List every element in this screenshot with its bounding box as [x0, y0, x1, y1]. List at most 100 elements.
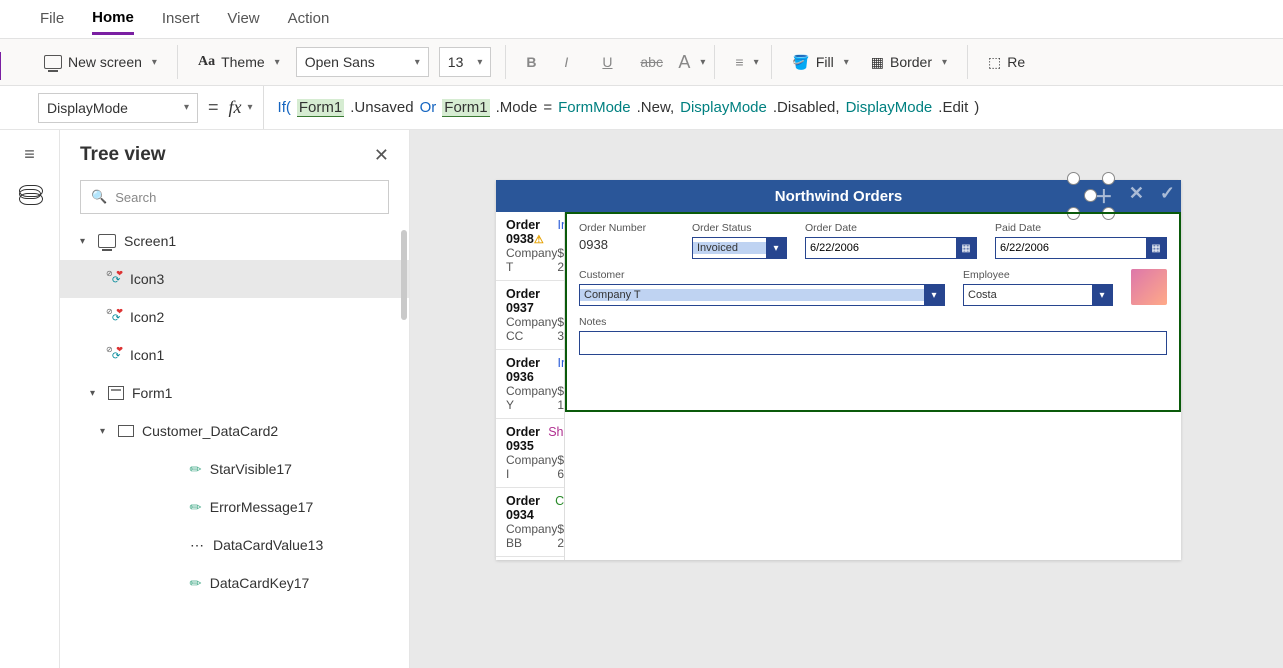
order-list-item[interactable]: Order 0937Closed Company CC$ 3,810.00 ›	[496, 281, 564, 350]
customer-combo[interactable]: Company T▾	[579, 284, 945, 306]
order-list-item[interactable]: Order 0934Closed Company BB$ 230.00 ›	[496, 488, 564, 557]
reorder-label: Re	[1007, 54, 1025, 70]
order-list-item[interactable]: Order 0933New Company A$ 736.00 ›	[496, 557, 564, 560]
property-dropdown[interactable]: DisplayMode ▾	[38, 93, 198, 123]
order-list[interactable]: Order 0938⚠Invoiced Company T$ 2,870.00 …	[496, 212, 565, 560]
font-color-button[interactable]: A	[672, 48, 700, 77]
hamburger-icon[interactable]: ≡	[24, 144, 35, 165]
tree-list: ▾Screen1 ⊘Icon3 ⊘Icon2 ⊘Icon1 ▾Form1 ▾Cu…	[60, 222, 409, 602]
order-status-field: Order Status Invoiced▾	[692, 222, 787, 259]
main-area: ≡ Tree view ✕ 🔍 Search ▾Screen1 ⊘ Icon3 ⊘…	[0, 130, 1283, 668]
tree-search-input[interactable]: 🔍 Search	[80, 180, 389, 214]
italic-button[interactable]: I	[558, 50, 586, 74]
order-list-item[interactable]: Order 0938⚠Invoiced Company T$ 2,870.00 …	[496, 212, 564, 281]
close-icon[interactable]: ✕	[374, 145, 389, 166]
theme-icon: Aa	[198, 54, 215, 70]
fill-button[interactable]: 🪣 Fill	[786, 50, 854, 75]
search-placeholder: Search	[115, 190, 156, 205]
tok: .Disabled,	[773, 99, 840, 116]
tree-item-errormessage[interactable]: ✎ErrorMessage17	[60, 488, 409, 526]
fx-button[interactable]: fx	[229, 97, 253, 118]
new-screen-button[interactable]: New screen	[38, 50, 163, 74]
tree-title-row: Tree view ✕	[60, 144, 409, 180]
app-body: Order 0938⚠Invoiced Company T$ 2,870.00 …	[496, 212, 1181, 560]
calendar-icon[interactable]: ▦	[1146, 238, 1166, 258]
order-list-item[interactable]: Order 0935Shipped Company I$ 606.50 ›	[496, 419, 564, 488]
font-size-value: 13	[448, 54, 464, 70]
font-size-select[interactable]: 13▾	[439, 47, 492, 77]
date-value[interactable]	[806, 242, 956, 254]
reorder-icon: ⬚	[988, 54, 1001, 71]
tree-item-icon1[interactable]: ⊘Icon1	[60, 336, 409, 374]
strike-button[interactable]: abc	[634, 50, 662, 74]
date-value[interactable]	[996, 242, 1146, 254]
left-rail: ≡	[0, 130, 60, 668]
tree-item-label: Icon2	[130, 309, 164, 325]
tab-home[interactable]: Home	[92, 9, 134, 35]
tree-scrollbar[interactable]	[401, 230, 407, 320]
border-button[interactable]: ▦ Border	[865, 50, 953, 75]
tree-item-datacardkey[interactable]: ✎DataCardKey17	[60, 564, 409, 602]
tree-item-icon2[interactable]: ⊘Icon2	[60, 298, 409, 336]
fill-icon: 🪣	[792, 54, 809, 71]
tree-item-label: StarVisible17	[210, 461, 292, 477]
group-icon: ⊘	[108, 272, 122, 286]
order-status-combo[interactable]: Invoiced▾	[692, 237, 787, 259]
field-label: Paid Date	[995, 222, 1167, 234]
tok: DisplayMode	[846, 99, 933, 116]
combo-value: Invoiced	[693, 242, 766, 254]
tree-item-screen1[interactable]: ▾Screen1	[60, 222, 409, 260]
tab-action[interactable]: Action	[288, 10, 330, 33]
tree-item-icon3[interactable]: ⊘ Icon3	[60, 260, 409, 298]
employee-avatar	[1131, 269, 1167, 305]
border-label: Border	[890, 54, 932, 70]
ribbon: New screen Aa Theme Open Sans▾ 13▾ B I U…	[0, 38, 1283, 86]
canvas[interactable]: Northwind Orders ＋ ✕ ✓ Order 0938⚠Invoic…	[410, 130, 1283, 668]
field-icon: ⋯	[190, 537, 205, 554]
tab-insert[interactable]: Insert	[162, 10, 200, 33]
tab-view[interactable]: View	[227, 10, 259, 33]
order-date-input[interactable]: ▦	[805, 237, 977, 259]
calendar-icon[interactable]: ▦	[956, 238, 976, 258]
tok: If(	[278, 99, 291, 116]
tok: .New,	[637, 99, 675, 116]
tok: .Mode	[496, 99, 538, 116]
notes-input[interactable]	[579, 331, 1167, 355]
tok: =	[543, 99, 552, 116]
group-icon: ⊘	[108, 348, 122, 362]
screen-icon	[44, 55, 62, 69]
chevron-down-icon: ▾	[924, 285, 944, 305]
employee-combo[interactable]: Costa▾	[963, 284, 1113, 306]
align-button[interactable]: ≡	[729, 50, 757, 74]
order-date-field: Order Date ▦	[805, 222, 977, 259]
tree-item-label: Icon3	[130, 271, 164, 287]
formula-input[interactable]: If( Form1.Unsaved Or Form1.Mode = FormMo…	[263, 86, 980, 129]
font-select[interactable]: Open Sans▾	[296, 47, 429, 77]
cancel-icon[interactable]: ✕	[1129, 183, 1144, 209]
tab-file[interactable]: File	[40, 10, 64, 33]
combo-value: Company T	[580, 289, 924, 301]
chevron-down-icon: ▾	[184, 102, 189, 113]
theme-button[interactable]: Aa Theme	[192, 50, 286, 74]
tok: Form1	[442, 99, 489, 117]
tree-item-label: DataCardValue13	[213, 537, 323, 553]
tree-item-starvisible[interactable]: ✎StarVisible17	[60, 450, 409, 488]
tree-item-label: DataCardKey17	[210, 575, 310, 591]
tree-item-datacard[interactable]: ▾Customer_DataCard2	[60, 412, 409, 450]
reorder-button[interactable]: ⬚ Re	[982, 50, 1031, 75]
edit-icon: ✎	[186, 497, 206, 517]
tok: FormMode	[558, 99, 631, 116]
tok: DisplayMode	[680, 99, 767, 116]
tree-view-icon[interactable]	[19, 185, 41, 203]
separator	[177, 45, 178, 79]
bold-button[interactable]: B	[520, 50, 548, 74]
equals-label: =	[208, 97, 219, 118]
underline-button[interactable]: U	[596, 50, 624, 74]
order-list-item[interactable]: Order 0936Invoiced Company Y$ 1,170.00 ›	[496, 350, 564, 419]
tree-item-form1[interactable]: ▾Form1	[60, 374, 409, 412]
save-icon[interactable]: ✓	[1160, 183, 1175, 209]
employee-field: Employee Costa▾	[963, 269, 1113, 306]
field-label: Customer	[579, 269, 945, 281]
paid-date-input[interactable]: ▦	[995, 237, 1167, 259]
tree-item-datacardvalue[interactable]: ⋯ DataCardValue13	[60, 526, 409, 564]
